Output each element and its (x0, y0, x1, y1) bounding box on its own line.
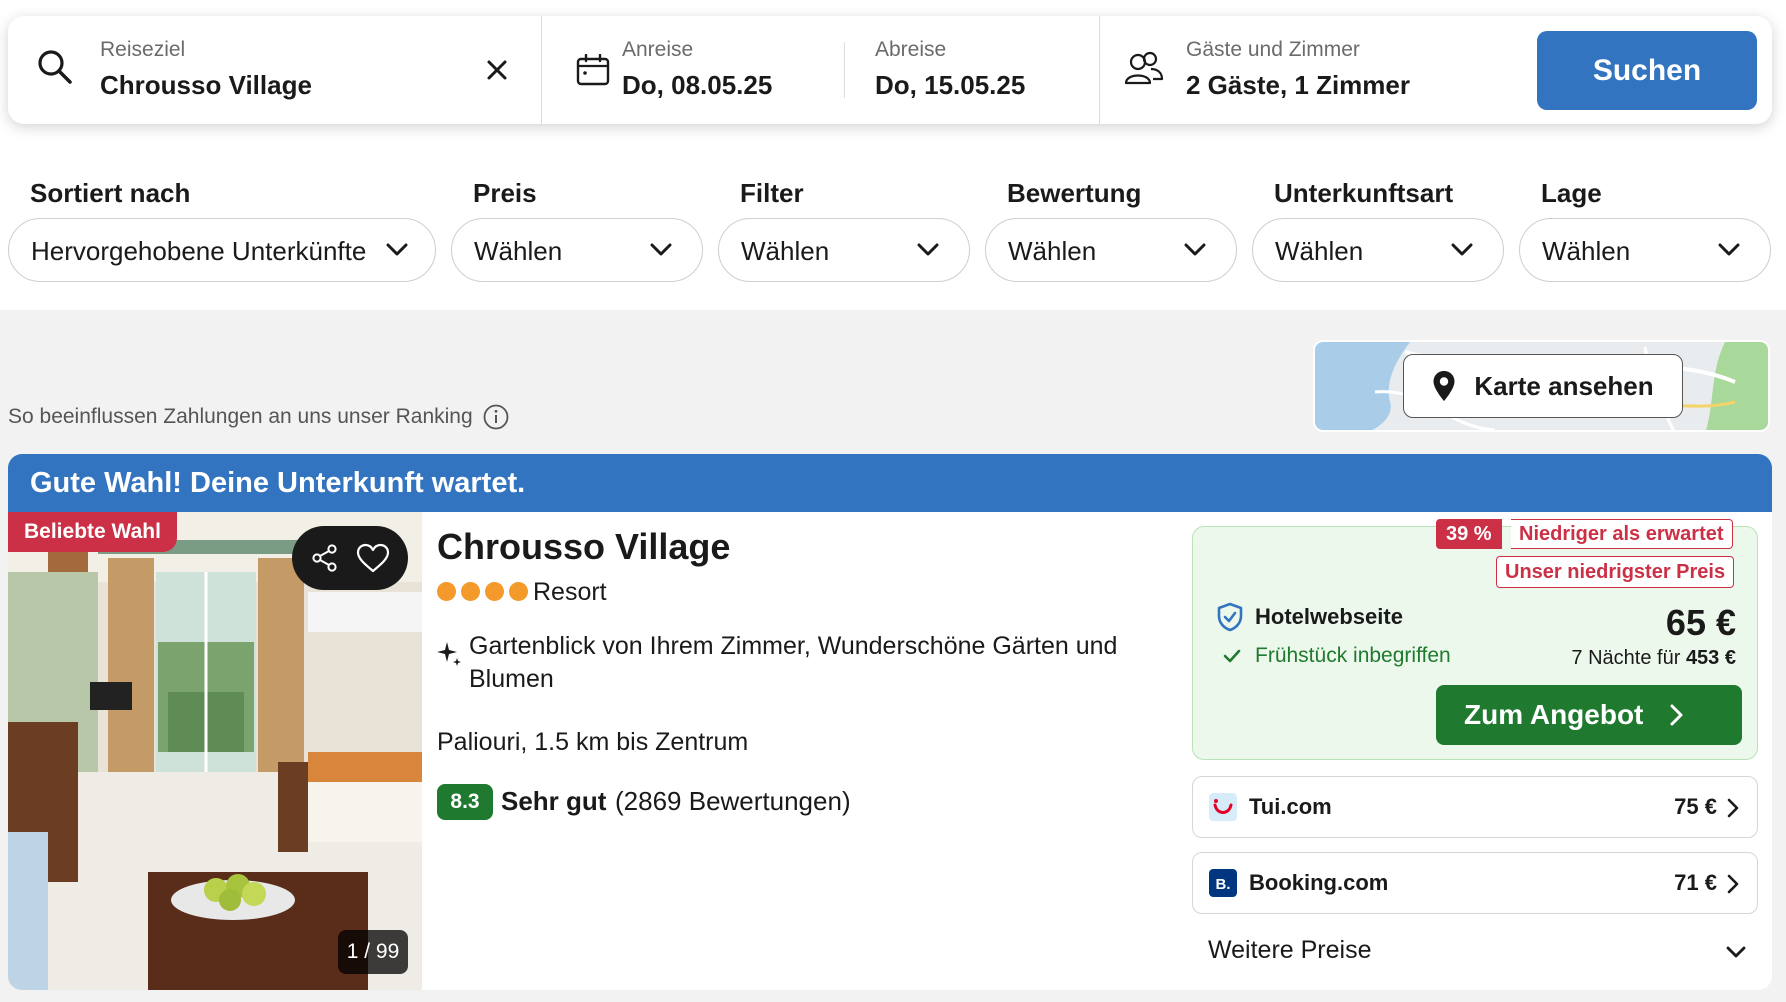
destination-field[interactable]: Reiseziel Chrousso Village (8, 16, 548, 124)
review-count[interactable]: (2869 Bewertungen) (615, 786, 851, 817)
popular-badge: Beliebte Wahl (8, 512, 177, 552)
filter-title: Sortiert nach (30, 178, 191, 208)
checkout-label: Abreise (875, 38, 947, 61)
booking-logo-icon: B. (1209, 869, 1237, 897)
shield-icon (1217, 602, 1243, 632)
breakfast-included: Frühstück inbegriffen (1255, 644, 1451, 667)
chevron-down-icon (650, 243, 672, 256)
guests-field[interactable]: Gäste und Zimmer 2 Gäste, 1 Zimmer (1100, 16, 1520, 124)
checkin-field[interactable]: Anreise Do, 08.05.25 (542, 16, 852, 124)
rating-dropdown[interactable]: Wählen (985, 218, 1237, 282)
filter-value: Wählen (1542, 236, 1631, 266)
ranking-text: So beeinflussen Zahlungen an uns unser R… (8, 405, 473, 428)
provider-price: 75 € (1674, 794, 1717, 819)
sparkle-icon (437, 642, 461, 666)
share-icon[interactable] (310, 543, 340, 573)
star-dot (485, 582, 504, 601)
chevron-down-icon (386, 243, 408, 256)
promo-banner: Gute Wahl! Deine Unterkunft wartet. (8, 454, 1772, 512)
calendar-icon (576, 54, 610, 86)
rating-label: Sehr gut (501, 786, 607, 816)
chevron-right-icon (1727, 798, 1739, 818)
hotel-result-card[interactable]: Gute Wahl! Deine Unterkunft wartet. Beli… (8, 454, 1772, 990)
search-icon (38, 50, 72, 84)
offer-price: 65 € (1665, 602, 1736, 643)
hotel-location: Paliouri, 1.5 km bis Zentrum (437, 728, 749, 756)
more-prices-toggle[interactable]: Weitere Preise (1208, 936, 1372, 965)
filter-value: Wählen (741, 236, 830, 266)
destination-label: Reiseziel (100, 38, 186, 61)
checkin-label: Anreise (622, 38, 694, 61)
heart-icon[interactable] (356, 543, 390, 573)
view-deal-button[interactable]: Zum Angebot (1436, 685, 1742, 745)
lowest-price-badge: Unser niedrigster Preis (1496, 556, 1735, 588)
chevron-right-icon (1727, 874, 1739, 894)
photo-counter: 1 / 99 (338, 930, 408, 974)
ranking-note: So beeinflussen Zahlungen an uns unser R… (8, 404, 509, 430)
star-dot (461, 582, 480, 601)
filter-title: Unterkunftsart (1274, 178, 1454, 208)
checkin-value[interactable]: Do, 08.05.25 (622, 70, 772, 101)
guests-icon (1124, 51, 1164, 85)
filter-value: Wählen (1008, 236, 1097, 266)
map-pin-icon (1433, 371, 1455, 401)
nights-total-price: 453 € (1685, 647, 1736, 669)
location-dropdown[interactable]: Wählen (1519, 218, 1771, 282)
checkout-field[interactable]: Abreise Do, 15.05.25 (845, 16, 1105, 124)
discount-badge: 39 % (1436, 519, 1502, 549)
filter-title: Lage (1541, 178, 1602, 208)
filter-title: Filter (740, 178, 804, 208)
sort-dropdown[interactable]: Hervorgehobene Unterkünfte (8, 218, 436, 282)
discount-label: Niedriger als erwartet (1511, 519, 1733, 549)
chevron-down-icon (917, 243, 939, 256)
show-map-label: Karte ansehen (1474, 370, 1654, 401)
price-dropdown[interactable]: Wählen (451, 218, 703, 282)
provider-row-tui[interactable]: Tui.com 75 € (1192, 776, 1758, 838)
search-bar: Reiseziel Chrousso Village Anreise Do, 0… (8, 16, 1772, 124)
nights-total: 7 Nächte für 453 € (1571, 647, 1736, 670)
guests-value[interactable]: 2 Gäste, 1 Zimmer (1186, 70, 1410, 101)
tui-logo-icon (1209, 793, 1237, 821)
chevron-down-icon (1718, 243, 1740, 256)
filter-title: Preis (473, 178, 537, 208)
hotel-name[interactable]: Chrousso Village (437, 526, 730, 568)
star-rating (437, 582, 528, 601)
filter-value: Hervorgehobene Unterkünfte (31, 236, 367, 266)
accommodation-dropdown[interactable]: Wählen (1252, 218, 1504, 282)
provider-price: 71 € (1674, 870, 1717, 895)
checkout-value[interactable]: Do, 15.05.25 (875, 70, 1025, 101)
photo-actions (292, 526, 408, 590)
show-map-button[interactable]: Karte ansehen (1403, 354, 1683, 418)
hotel-feature: Gartenblick von Ihrem Zimmer, Wunderschö… (469, 632, 1118, 693)
chevron-right-icon (1670, 704, 1683, 726)
chevron-down-icon[interactable] (1724, 940, 1748, 964)
offer-provider: Hotelwebseite (1255, 604, 1403, 629)
filter-value: Wählen (1275, 236, 1364, 266)
filter-value: Wählen (474, 236, 563, 266)
provider-name: Booking.com (1249, 870, 1389, 895)
filter-dropdown[interactable]: Wählen (718, 218, 970, 282)
clear-icon[interactable] (486, 59, 508, 81)
search-button[interactable]: Suchen (1537, 31, 1757, 110)
destination-value[interactable]: Chrousso Village (100, 70, 312, 101)
star-dot (509, 582, 528, 601)
nights-prefix: 7 Nächte für (1571, 647, 1681, 669)
chevron-down-icon (1184, 243, 1206, 256)
svg-text:B.: B. (1216, 876, 1231, 893)
provider-name: Tui.com (1249, 794, 1332, 819)
chevron-down-icon (1451, 243, 1473, 256)
provider-row-booking[interactable]: B. Booking.com 71 € (1192, 852, 1758, 914)
info-icon[interactable] (483, 404, 509, 430)
guests-label: Gäste und Zimmer (1186, 38, 1360, 61)
check-icon (1223, 649, 1241, 663)
filter-title: Bewertung (1007, 178, 1142, 208)
map-preview[interactable]: Karte ansehen (1313, 340, 1770, 432)
hotel-type: Resort (533, 578, 607, 606)
rating-score: 8.3 (437, 784, 493, 820)
view-deal-label: Zum Angebot (1464, 699, 1644, 730)
star-dot (437, 582, 456, 601)
